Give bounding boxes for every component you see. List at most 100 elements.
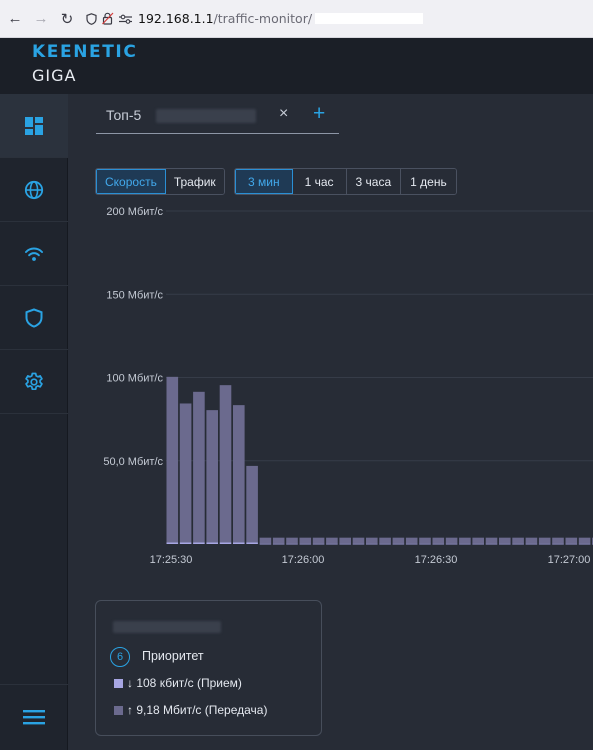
- bar-tx-segment[interactable]: [299, 537, 312, 544]
- bar-rx-segment[interactable]: [525, 543, 538, 545]
- tx-color-swatch: [114, 705, 123, 715]
- bar-rx-segment[interactable]: [286, 543, 298, 545]
- permissions-icon[interactable]: [119, 14, 132, 24]
- y-tick-label: 50,0 Мбит/с: [103, 456, 163, 468]
- bar-tx-segment[interactable]: [525, 537, 538, 544]
- sidebar-item-settings[interactable]: [0, 350, 68, 414]
- bar-tx-segment[interactable]: [272, 537, 285, 544]
- bar-rx-segment[interactable]: [419, 543, 431, 545]
- bar-tx-segment[interactable]: [166, 376, 179, 543]
- bar-rx-segment[interactable]: [179, 542, 192, 544]
- bar-tx-segment[interactable]: [193, 391, 205, 543]
- bar-tx-segment[interactable]: [233, 405, 245, 543]
- bar-rx-segment[interactable]: [272, 543, 285, 545]
- sidebar-menu-button[interactable]: [0, 684, 68, 748]
- bar-tx-segment[interactable]: [259, 537, 272, 544]
- time-range-group: 3 мин 1 час 3 часа 1 день: [234, 168, 457, 195]
- bar-rx-segment[interactable]: [565, 543, 578, 545]
- bar-tx-segment[interactable]: [459, 537, 471, 544]
- bar-rx-segment[interactable]: [352, 543, 365, 545]
- bar-rx-segment[interactable]: [472, 543, 484, 545]
- bar-rx-segment[interactable]: [432, 543, 445, 545]
- bar-tx-segment[interactable]: [512, 537, 524, 544]
- bar-rx-segment[interactable]: [246, 542, 258, 544]
- dashboard-icon: [25, 116, 43, 135]
- bar-rx-segment[interactable]: [193, 542, 205, 544]
- reload-icon[interactable]: ↻: [56, 8, 78, 30]
- bar-rx-segment[interactable]: [405, 543, 418, 545]
- range-3hours-button[interactable]: 3 часа: [346, 169, 402, 194]
- speed-chart: 50,0 Мбит/с 100 Мбит/с 150 Мбит/с 200 Мбит/…: [103, 206, 593, 566]
- device-name-redacted: [113, 621, 221, 633]
- bar-tx-segment[interactable]: [538, 537, 551, 544]
- shield-icon: [25, 307, 43, 328]
- sidebar: [0, 94, 68, 750]
- mode-traffic-button[interactable]: Трафик: [165, 169, 224, 194]
- bar-rx-segment[interactable]: [392, 543, 405, 545]
- brand-logo[interactable]: KEENETIC: [32, 42, 137, 62]
- bar-rx-segment[interactable]: [499, 543, 511, 545]
- mode-speed-button[interactable]: Скорость: [96, 169, 166, 194]
- back-arrow-icon[interactable]: ←: [4, 8, 26, 30]
- bar-rx-segment[interactable]: [578, 543, 591, 545]
- bar-tx-segment[interactable]: [206, 410, 218, 543]
- bar-rx-segment[interactable]: [339, 543, 351, 545]
- bar-rx-segment[interactable]: [299, 543, 312, 545]
- bar-rx-segment[interactable]: [326, 543, 338, 545]
- bar-rx-segment[interactable]: [459, 543, 471, 545]
- sidebar-item-security[interactable]: [0, 286, 68, 350]
- bar-rx-segment[interactable]: [312, 543, 325, 545]
- bar-rx-segment[interactable]: [206, 542, 218, 544]
- bar-rx-segment[interactable]: [512, 543, 524, 545]
- bar-rx-segment[interactable]: [366, 543, 378, 545]
- bar-tx-segment[interactable]: [419, 537, 431, 544]
- bar-rx-segment[interactable]: [219, 542, 232, 544]
- bar-tx-segment[interactable]: [432, 537, 445, 544]
- bar-rx-segment[interactable]: [485, 543, 498, 545]
- bar-tx-segment[interactable]: [286, 537, 298, 544]
- bar-tx-segment[interactable]: [339, 537, 351, 544]
- forward-arrow-icon[interactable]: →: [30, 8, 52, 30]
- address-bar[interactable]: 192.168.1.1/traffic-monitor/: [138, 11, 312, 26]
- bar-rx-segment[interactable]: [552, 543, 564, 545]
- bar-tx-segment[interactable]: [246, 465, 258, 543]
- bar-tx-segment[interactable]: [565, 537, 578, 544]
- bar-tx-segment[interactable]: [552, 537, 564, 544]
- sidebar-item-wifi[interactable]: [0, 222, 68, 286]
- range-1hour-button[interactable]: 1 час: [292, 169, 347, 194]
- bar-tx-segment[interactable]: [405, 537, 418, 544]
- y-tick-label: 150 Мбит/с: [106, 289, 163, 301]
- bar-rx-segment[interactable]: [259, 543, 272, 545]
- sidebar-item-dashboard[interactable]: [0, 94, 68, 158]
- bar-tx-segment[interactable]: [326, 537, 338, 544]
- range-3min-button[interactable]: 3 мин: [235, 169, 293, 194]
- bar-tx-segment[interactable]: [366, 537, 378, 544]
- bar-tx-segment[interactable]: [578, 537, 591, 544]
- bar-tx-segment[interactable]: [485, 537, 498, 544]
- bar-tx-segment[interactable]: [379, 537, 391, 544]
- bar-tx-segment[interactable]: [472, 537, 484, 544]
- bar-rx-segment[interactable]: [233, 542, 245, 544]
- sidebar-item-internet[interactable]: [0, 158, 68, 222]
- legend-rx: ↓ 108 кбит/с (Прием): [114, 676, 242, 690]
- hamburger-menu-icon: [23, 709, 45, 724]
- tab-close-icon[interactable]: ×: [279, 105, 288, 123]
- tab-device-redacted[interactable]: [156, 109, 256, 123]
- bar-tx-segment[interactable]: [312, 537, 325, 544]
- legend-rx-text: ↓ 108 кбит/с (Прием): [127, 676, 242, 690]
- bar-rx-segment[interactable]: [166, 542, 179, 544]
- bar-tx-segment[interactable]: [352, 537, 365, 544]
- bar-tx-segment[interactable]: [499, 537, 511, 544]
- bar-rx-segment[interactable]: [445, 543, 458, 545]
- range-1day-button[interactable]: 1 день: [401, 169, 456, 194]
- bar-tx-segment[interactable]: [445, 537, 458, 544]
- add-tab-button[interactable]: +: [313, 102, 325, 126]
- bar-tx-segment[interactable]: [392, 537, 405, 544]
- bar-tx-segment[interactable]: [179, 403, 192, 543]
- priority-label: Приоритет: [142, 649, 204, 663]
- bar-rx-segment[interactable]: [538, 543, 551, 545]
- bar-rx-segment[interactable]: [379, 543, 391, 545]
- tab-top5[interactable]: Топ-5: [106, 107, 141, 123]
- legend-card: 6 Приоритет ↓ 108 кбит/с (Прием) ↑ 9,18 …: [95, 600, 322, 736]
- bar-tx-segment[interactable]: [219, 385, 232, 543]
